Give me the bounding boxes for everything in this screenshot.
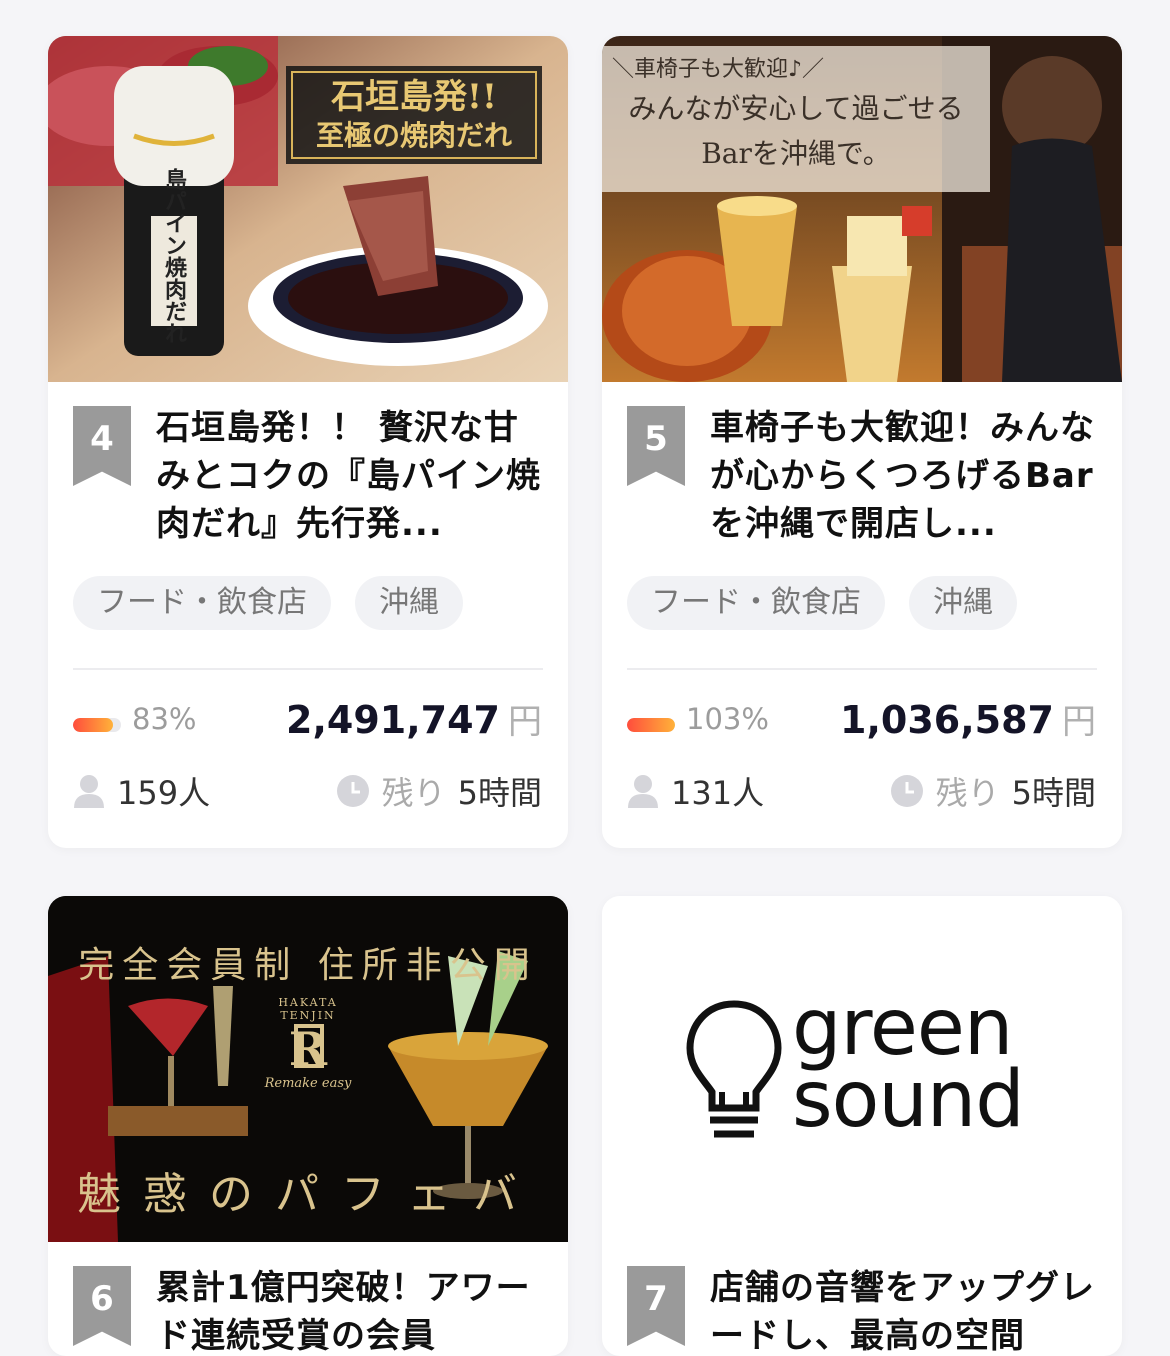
supporter-value: 131人 xyxy=(671,774,765,812)
progress-fill xyxy=(73,718,113,732)
tag-region[interactable]: 沖縄 xyxy=(909,576,1017,630)
clock-icon xyxy=(336,775,369,807)
project-card-7[interactable]: green sound 7 店舗の音響をアップグレードし、最高の空間 xyxy=(602,896,1122,1356)
project-thumbnail[interactable]: 完全会員制 住所非公開 HAKATA TENJIN R Remake easy … xyxy=(48,896,568,1242)
image-subheadline: 魅惑のパフェバー xyxy=(77,1169,539,1242)
rank-badge: 5 xyxy=(627,406,685,486)
tag-list: フード・飲食店 沖縄 xyxy=(627,576,1017,630)
time-remaining: 残り 5時間 xyxy=(890,768,1096,814)
divider xyxy=(73,668,543,670)
divider xyxy=(627,668,1097,670)
image-headline: 石垣島発!! xyxy=(331,77,497,117)
supporter-count: 131人 xyxy=(627,768,764,814)
project-title[interactable]: 石垣島発！！ 贅沢な甘みとコクの『島パイン焼肉だれ』先行発... xyxy=(156,404,546,548)
remain-value: 5時間 xyxy=(1011,774,1096,812)
rank-badge: 6 xyxy=(73,1266,131,1346)
image-subheadline: Barを沖縄で。 xyxy=(701,137,891,170)
project-card-6[interactable]: 完全会員制 住所非公開 HAKATA TENJIN R Remake easy … xyxy=(48,896,568,1356)
person-icon xyxy=(628,775,658,808)
progress-percent: 103% xyxy=(686,702,769,736)
image-headline: 完全会員制 住所非公開 xyxy=(78,945,538,986)
tag-list: フード・飲食店 沖縄 xyxy=(73,576,463,630)
project-card-5[interactable]: ＼車椅子も大歓迎♪／ みんなが安心して過ごせる Barを沖縄で。 5 車椅子も大… xyxy=(602,36,1122,848)
project-thumbnail[interactable]: green sound xyxy=(602,896,1122,1242)
currency-unit: 円 xyxy=(508,702,542,742)
tag-category[interactable]: フード・飲食店 xyxy=(73,576,331,630)
logo-word-sound: sound xyxy=(792,1055,1025,1145)
time-remaining: 残り 5時間 xyxy=(336,768,542,814)
remain-label: 残り xyxy=(935,774,1000,812)
project-thumbnail[interactable]: 島パイン焼肉だれ 石垣島発!! 至極の焼肉だれ xyxy=(48,36,568,382)
project-card-4[interactable]: 島パイン焼肉だれ 石垣島発!! 至極の焼肉だれ 4 石垣島発！！ 贅沢な甘みとコ… xyxy=(48,36,568,848)
progress-fill xyxy=(627,718,675,732)
currency-unit: 円 xyxy=(1062,702,1096,742)
image-tagline: ＼車椅子も大歓迎♪／ xyxy=(612,57,825,82)
remain-value: 5時間 xyxy=(457,774,542,812)
rank-badge: 4 xyxy=(73,406,131,486)
image-label: HAKATA TENJIN xyxy=(278,996,338,1022)
brand-logo-script: Remake easy xyxy=(264,1076,352,1091)
rank-badge: 7 xyxy=(627,1266,685,1346)
remain-label: 残り xyxy=(381,774,446,812)
progress-percent: 83% xyxy=(132,702,197,736)
person-icon xyxy=(74,775,104,808)
image-headline: みんなが安心して過ごせる xyxy=(628,92,964,125)
project-title[interactable]: 店舗の音響をアップグレードし、最高の空間 xyxy=(710,1264,1100,1356)
amount-value: 1,036,587 xyxy=(840,698,1054,742)
svg-text:島パイン焼肉だれ: 島パイン焼肉だれ xyxy=(161,167,187,344)
logo-word-green: green xyxy=(792,983,1013,1073)
project-title[interactable]: 車椅子も大歓迎！みんなが心からくつろげるBarを沖縄で開店し... xyxy=(710,404,1100,548)
amount-value: 2,491,747 xyxy=(286,698,500,742)
lightbulb-icon xyxy=(686,1000,782,1138)
clock-icon xyxy=(890,775,923,807)
tag-region[interactable]: 沖縄 xyxy=(355,576,463,630)
supporter-count: 159人 xyxy=(73,768,210,814)
funded-amount: 2,491,747 円 xyxy=(286,694,542,743)
progress-bar xyxy=(73,718,121,732)
funded-amount: 1,036,587 円 xyxy=(840,694,1096,743)
tag-category[interactable]: フード・飲食店 xyxy=(627,576,885,630)
project-title[interactable]: 累計1億円突破！アワード連続受賞の会員 xyxy=(156,1264,546,1356)
progress-bar xyxy=(627,718,675,732)
image-subheadline: 至極の焼肉だれ xyxy=(315,119,512,152)
project-thumbnail[interactable]: ＼車椅子も大歓迎♪／ みんなが安心して過ごせる Barを沖縄で。 xyxy=(602,36,1122,382)
brand-logo-letter: R xyxy=(288,1022,328,1076)
supporter-value: 159人 xyxy=(117,774,211,812)
